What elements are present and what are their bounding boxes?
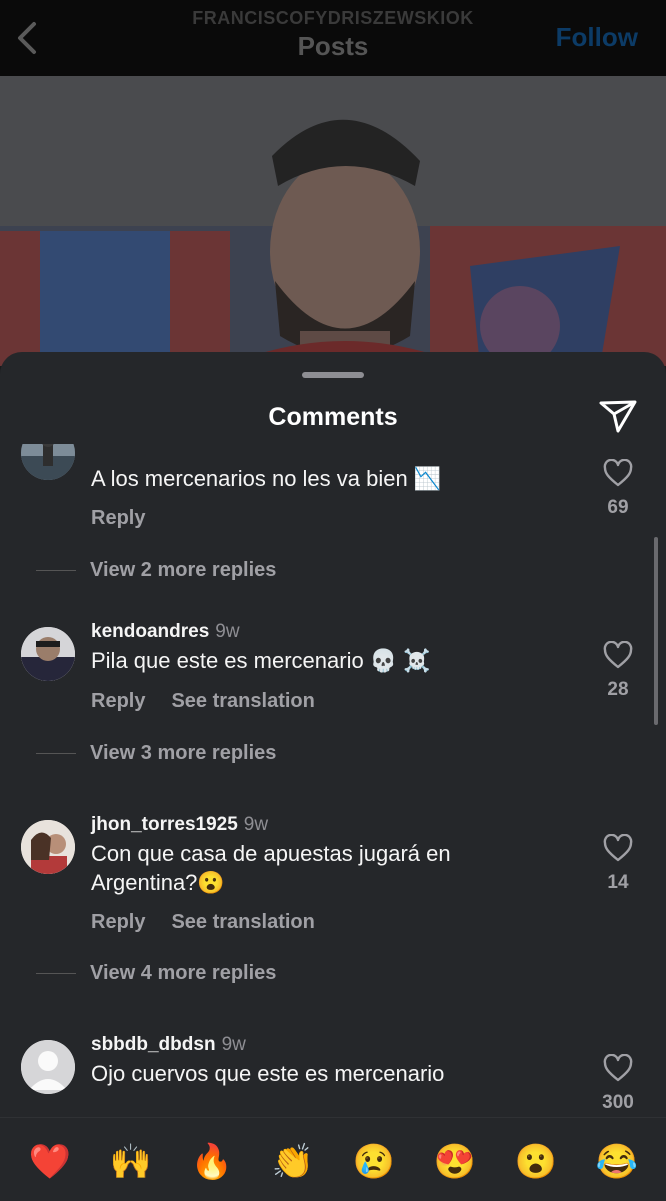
view-replies-label: View 3 more replies xyxy=(90,742,277,764)
like-control[interactable]: 300 xyxy=(598,1054,638,1114)
like-control[interactable]: 28 xyxy=(598,641,638,701)
view-replies-label: View 2 more replies xyxy=(90,559,277,581)
raised-hands-emoji[interactable]: 🙌 xyxy=(109,1140,153,1184)
paper-plane-icon[interactable] xyxy=(598,398,638,434)
heart-eyes-emoji[interactable]: 😍 xyxy=(433,1140,477,1184)
username-label[interactable]: kendoandres xyxy=(91,621,209,642)
comments-sheet: Comments A los mercenarios no les va bie… xyxy=(0,352,666,1200)
post-photo[interactable] xyxy=(0,76,666,366)
view-replies-button[interactable]: View 3 more replies xyxy=(36,742,277,765)
drag-handle[interactable] xyxy=(302,372,364,378)
like-count: 69 xyxy=(607,497,629,518)
comments-list[interactable]: A los mercenarios no les va bien 📉 Reply… xyxy=(0,444,666,1116)
username-label[interactable]: sbbdb_dbdsn xyxy=(91,1034,216,1055)
like-count: 14 xyxy=(607,872,629,893)
heart-icon[interactable] xyxy=(603,834,633,862)
top-bar: FRANCISCOFYDRISZEWSKIOK Posts Follow xyxy=(0,0,666,76)
comment-actions: Reply See translation xyxy=(91,911,341,934)
avatar[interactable] xyxy=(21,820,75,874)
emoji-bar: ❤️ 🙌 🔥 👏 😢 😍 😮 😂 xyxy=(0,1117,666,1201)
reply-button[interactable]: Reply xyxy=(91,690,145,712)
default-avatar-icon xyxy=(21,1040,75,1094)
avatar[interactable] xyxy=(21,627,75,681)
heart-icon[interactable] xyxy=(603,1054,633,1082)
comment-time: 9w xyxy=(243,814,269,835)
comment-text: Ojo cuervos que este es mercenario xyxy=(91,1061,445,1086)
comment-item: kendoandres 9w Pila que este es mercenari… xyxy=(0,621,666,784)
avatar[interactable] xyxy=(21,1040,75,1094)
post-image xyxy=(0,76,666,366)
comment-actions: Reply See translation xyxy=(91,690,341,713)
divider xyxy=(36,570,76,572)
view-replies-label: View 4 more replies xyxy=(90,962,277,984)
reply-button[interactable]: Reply xyxy=(91,507,145,529)
reply-button[interactable]: Reply xyxy=(91,911,145,933)
divider xyxy=(36,753,76,755)
like-count: 300 xyxy=(602,1092,634,1113)
crying-face-emoji[interactable]: 😢 xyxy=(352,1140,396,1184)
follow-button[interactable]: Follow xyxy=(556,22,638,53)
view-replies-button[interactable]: View 4 more replies xyxy=(36,962,277,985)
comment-item: jhon_torres1925 9w Con que casa de apuest… xyxy=(0,814,666,1007)
comment-item: sbbdb_dbdsn 9w Ojo cuervos que este es me… xyxy=(0,1034,666,1116)
username-label[interactable]: jhon_torres1925 xyxy=(91,814,238,835)
surprised-face-emoji[interactable]: 😮 xyxy=(514,1140,558,1184)
comment-actions: Reply xyxy=(91,507,171,530)
comment-username[interactable]: sbbdb_dbdsn 9w xyxy=(91,1034,246,1056)
sheet-title: Comments xyxy=(268,403,398,431)
comment-text: Pila que este es mercenario 💀 ☠️ xyxy=(91,648,431,673)
like-count: 28 xyxy=(607,679,629,700)
see-translation-button[interactable]: See translation xyxy=(171,911,314,933)
tears-of-joy-emoji[interactable]: 😂 xyxy=(595,1140,639,1184)
comment-time: 9w xyxy=(215,621,240,642)
comment-username[interactable]: kendoandres 9w xyxy=(91,621,240,643)
heart-icon[interactable] xyxy=(603,459,633,487)
comment-time: 9w xyxy=(221,1034,246,1055)
like-control[interactable]: 14 xyxy=(598,834,638,894)
see-translation-button[interactable]: See translation xyxy=(171,690,314,712)
heart-icon[interactable] xyxy=(603,641,633,669)
scrollbar[interactable] xyxy=(654,537,658,725)
view-replies-button[interactable]: View 2 more replies xyxy=(36,559,277,582)
like-control[interactable]: 69 xyxy=(598,459,638,519)
comment-username[interactable]: jhon_torres1925 9w xyxy=(91,814,268,836)
avatar[interactable] xyxy=(21,444,75,480)
fire-emoji[interactable]: 🔥 xyxy=(190,1140,234,1184)
divider xyxy=(36,973,76,975)
comment-item: A los mercenarios no les va bien 📉 Reply… xyxy=(0,444,666,594)
clapping-hands-emoji[interactable]: 👏 xyxy=(271,1140,315,1184)
comment-text: A los mercenarios no les va bien 📉 xyxy=(91,466,442,491)
red-heart-emoji[interactable]: ❤️ xyxy=(28,1140,72,1184)
comment-text: Con que casa de apuestas jugará en Argen… xyxy=(91,841,451,895)
